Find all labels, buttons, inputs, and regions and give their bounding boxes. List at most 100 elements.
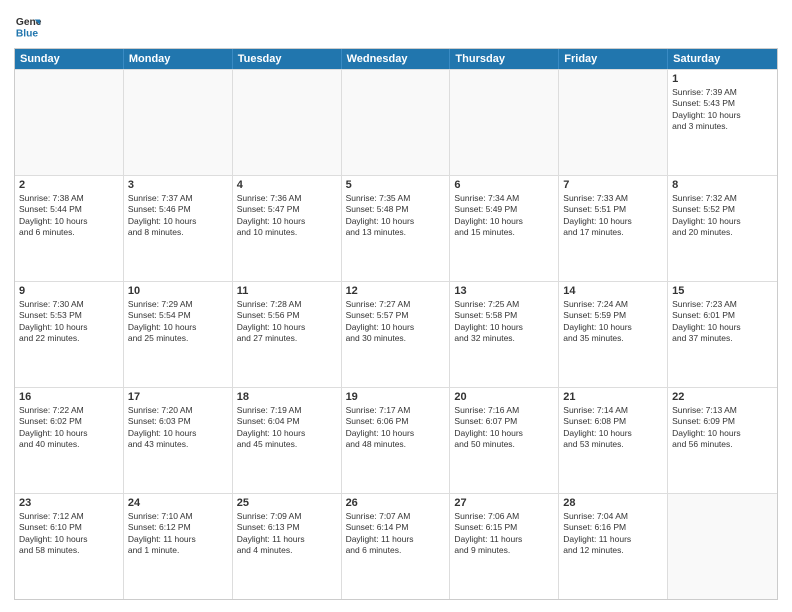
calendar-cell: 27 Sunrise: 7:06 AM Sunset: 6:15 PM Dayli… bbox=[450, 494, 559, 599]
day-info: Sunrise: 7:19 AM Sunset: 6:04 PM Dayligh… bbox=[237, 405, 337, 451]
day-info: Sunrise: 7:16 AM Sunset: 6:07 PM Dayligh… bbox=[454, 405, 554, 451]
day-info: Sunrise: 7:38 AM Sunset: 5:44 PM Dayligh… bbox=[19, 193, 119, 239]
calendar-cell: 2Sunrise: 7:38 AM Sunset: 5:44 PM Daylig… bbox=[15, 176, 124, 281]
weekday-label: Tuesday bbox=[233, 49, 342, 69]
calendar-cell: 26 Sunrise: 7:07 AM Sunset: 6:14 PM Dayli… bbox=[342, 494, 451, 599]
calendar-cell: 19 Sunrise: 7:17 AM Sunset: 6:06 PM Dayli… bbox=[342, 388, 451, 493]
day-number: 21 bbox=[563, 391, 663, 403]
calendar-row: 23Sunrise: 7:12 AM Sunset: 6:10 PM Dayli… bbox=[15, 493, 777, 599]
day-number: 9 bbox=[19, 285, 119, 297]
weekday-label: Sunday bbox=[15, 49, 124, 69]
day-number: 7 bbox=[563, 179, 663, 191]
calendar-cell: 22 Sunrise: 7:13 AM Sunset: 6:09 PM Dayli… bbox=[668, 388, 777, 493]
day-number: 4 bbox=[237, 179, 337, 191]
calendar-cell: 24 Sunrise: 7:10 AM Sunset: 6:12 PM Dayli… bbox=[124, 494, 233, 599]
day-number: 1 bbox=[672, 73, 773, 85]
day-number: 27 bbox=[454, 497, 554, 509]
day-number: 28 bbox=[563, 497, 663, 509]
day-info: Sunrise: 7:34 AM Sunset: 5:49 PM Dayligh… bbox=[454, 193, 554, 239]
day-number: 24 bbox=[128, 497, 228, 509]
day-info: Sunrise: 7:23 AM Sunset: 6:01 PM Dayligh… bbox=[672, 299, 773, 345]
day-number: 20 bbox=[454, 391, 554, 403]
calendar-cell: 3 Sunrise: 7:37 AM Sunset: 5:46 PM Daylig… bbox=[124, 176, 233, 281]
day-info: Sunrise: 7:04 AM Sunset: 6:16 PM Dayligh… bbox=[563, 511, 663, 557]
calendar-cell: 12 Sunrise: 7:27 AM Sunset: 5:57 PM Dayli… bbox=[342, 282, 451, 387]
calendar-cell: 17 Sunrise: 7:20 AM Sunset: 6:03 PM Dayli… bbox=[124, 388, 233, 493]
calendar-cell bbox=[15, 70, 124, 175]
calendar-cell: 6 Sunrise: 7:34 AM Sunset: 5:49 PM Daylig… bbox=[450, 176, 559, 281]
day-number: 12 bbox=[346, 285, 446, 297]
day-info: Sunrise: 7:14 AM Sunset: 6:08 PM Dayligh… bbox=[563, 405, 663, 451]
weekday-label: Thursday bbox=[450, 49, 559, 69]
day-number: 14 bbox=[563, 285, 663, 297]
weekday-label: Friday bbox=[559, 49, 668, 69]
day-info: Sunrise: 7:36 AM Sunset: 5:47 PM Dayligh… bbox=[237, 193, 337, 239]
day-info: Sunrise: 7:17 AM Sunset: 6:06 PM Dayligh… bbox=[346, 405, 446, 451]
calendar-cell bbox=[668, 494, 777, 599]
day-info: Sunrise: 7:22 AM Sunset: 6:02 PM Dayligh… bbox=[19, 405, 119, 451]
day-info: Sunrise: 7:33 AM Sunset: 5:51 PM Dayligh… bbox=[563, 193, 663, 239]
day-info: Sunrise: 7:06 AM Sunset: 6:15 PM Dayligh… bbox=[454, 511, 554, 557]
calendar-cell: 4 Sunrise: 7:36 AM Sunset: 5:47 PM Daylig… bbox=[233, 176, 342, 281]
day-number: 16 bbox=[19, 391, 119, 403]
day-number: 18 bbox=[237, 391, 337, 403]
day-number: 15 bbox=[672, 285, 773, 297]
weekday-label: Saturday bbox=[668, 49, 777, 69]
calendar-cell bbox=[124, 70, 233, 175]
calendar-header: SundayMondayTuesdayWednesdayThursdayFrid… bbox=[15, 49, 777, 69]
calendar-row: 9 Sunrise: 7:30 AM Sunset: 5:53 PM Daylig… bbox=[15, 281, 777, 387]
day-number: 19 bbox=[346, 391, 446, 403]
svg-text:Blue: Blue bbox=[16, 28, 39, 39]
day-number: 6 bbox=[454, 179, 554, 191]
calendar-cell bbox=[450, 70, 559, 175]
day-info: Sunrise: 7:28 AM Sunset: 5:56 PM Dayligh… bbox=[237, 299, 337, 345]
day-info: Sunrise: 7:30 AM Sunset: 5:53 PM Dayligh… bbox=[19, 299, 119, 345]
calendar: SundayMondayTuesdayWednesdayThursdayFrid… bbox=[14, 48, 778, 600]
day-info: Sunrise: 7:07 AM Sunset: 6:14 PM Dayligh… bbox=[346, 511, 446, 557]
calendar-cell bbox=[233, 70, 342, 175]
day-info: Sunrise: 7:25 AM Sunset: 5:58 PM Dayligh… bbox=[454, 299, 554, 345]
logo: General Blue bbox=[14, 12, 42, 40]
calendar-cell: 28 Sunrise: 7:04 AM Sunset: 6:16 PM Dayli… bbox=[559, 494, 668, 599]
day-number: 22 bbox=[672, 391, 773, 403]
day-number: 17 bbox=[128, 391, 228, 403]
calendar-cell: 1Sunrise: 7:39 AM Sunset: 5:43 PM Daylig… bbox=[668, 70, 777, 175]
calendar-cell: 20 Sunrise: 7:16 AM Sunset: 6:07 PM Dayli… bbox=[450, 388, 559, 493]
calendar-cell: 18 Sunrise: 7:19 AM Sunset: 6:04 PM Dayli… bbox=[233, 388, 342, 493]
calendar-cell: 5 Sunrise: 7:35 AM Sunset: 5:48 PM Daylig… bbox=[342, 176, 451, 281]
weekday-label: Monday bbox=[124, 49, 233, 69]
day-info: Sunrise: 7:24 AM Sunset: 5:59 PM Dayligh… bbox=[563, 299, 663, 345]
day-number: 25 bbox=[237, 497, 337, 509]
day-info: Sunrise: 7:37 AM Sunset: 5:46 PM Dayligh… bbox=[128, 193, 228, 239]
calendar-body: 1Sunrise: 7:39 AM Sunset: 5:43 PM Daylig… bbox=[15, 69, 777, 599]
day-number: 26 bbox=[346, 497, 446, 509]
day-info: Sunrise: 7:13 AM Sunset: 6:09 PM Dayligh… bbox=[672, 405, 773, 451]
calendar-cell: 23Sunrise: 7:12 AM Sunset: 6:10 PM Dayli… bbox=[15, 494, 124, 599]
day-info: Sunrise: 7:27 AM Sunset: 5:57 PM Dayligh… bbox=[346, 299, 446, 345]
calendar-cell: 21 Sunrise: 7:14 AM Sunset: 6:08 PM Dayli… bbox=[559, 388, 668, 493]
day-number: 3 bbox=[128, 179, 228, 191]
calendar-row: 16 Sunrise: 7:22 AM Sunset: 6:02 PM Dayli… bbox=[15, 387, 777, 493]
day-info: Sunrise: 7:32 AM Sunset: 5:52 PM Dayligh… bbox=[672, 193, 773, 239]
day-number: 5 bbox=[346, 179, 446, 191]
calendar-cell: 14 Sunrise: 7:24 AM Sunset: 5:59 PM Dayli… bbox=[559, 282, 668, 387]
calendar-cell: 25Sunrise: 7:09 AM Sunset: 6:13 PM Dayli… bbox=[233, 494, 342, 599]
day-number: 13 bbox=[454, 285, 554, 297]
calendar-cell: 9 Sunrise: 7:30 AM Sunset: 5:53 PM Daylig… bbox=[15, 282, 124, 387]
calendar-row: 2Sunrise: 7:38 AM Sunset: 5:44 PM Daylig… bbox=[15, 175, 777, 281]
day-number: 10 bbox=[128, 285, 228, 297]
day-number: 8 bbox=[672, 179, 773, 191]
calendar-cell: 8 Sunrise: 7:32 AM Sunset: 5:52 PM Daylig… bbox=[668, 176, 777, 281]
day-info: Sunrise: 7:35 AM Sunset: 5:48 PM Dayligh… bbox=[346, 193, 446, 239]
day-info: Sunrise: 7:10 AM Sunset: 6:12 PM Dayligh… bbox=[128, 511, 228, 557]
calendar-cell: 10 Sunrise: 7:29 AM Sunset: 5:54 PM Dayli… bbox=[124, 282, 233, 387]
calendar-cell: 16 Sunrise: 7:22 AM Sunset: 6:02 PM Dayli… bbox=[15, 388, 124, 493]
header: General Blue bbox=[14, 12, 778, 40]
calendar-cell: 7 Sunrise: 7:33 AM Sunset: 5:51 PM Daylig… bbox=[559, 176, 668, 281]
day-info: Sunrise: 7:12 AM Sunset: 6:10 PM Dayligh… bbox=[19, 511, 119, 557]
calendar-cell: 11 Sunrise: 7:28 AM Sunset: 5:56 PM Dayli… bbox=[233, 282, 342, 387]
day-number: 11 bbox=[237, 285, 337, 297]
day-info: Sunrise: 7:29 AM Sunset: 5:54 PM Dayligh… bbox=[128, 299, 228, 345]
day-info: Sunrise: 7:20 AM Sunset: 6:03 PM Dayligh… bbox=[128, 405, 228, 451]
logo-icon: General Blue bbox=[14, 12, 42, 40]
